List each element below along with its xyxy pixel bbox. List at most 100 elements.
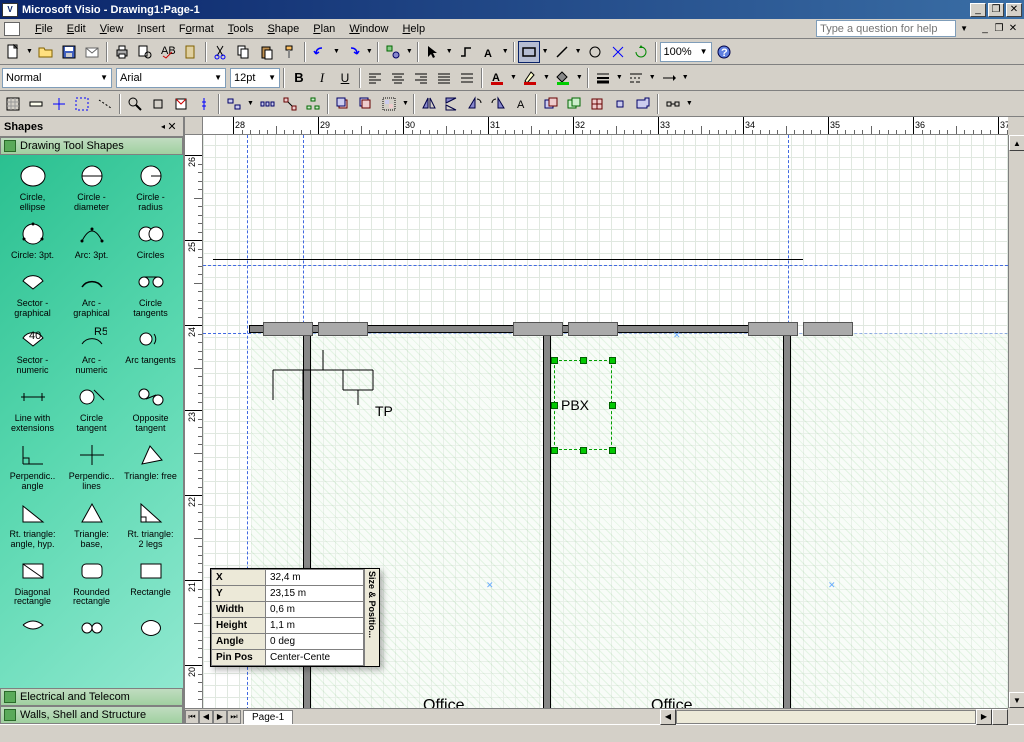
shape-more2[interactable] — [63, 611, 120, 647]
format-painter-button[interactable] — [279, 41, 301, 63]
bring-front-button[interactable] — [332, 93, 354, 115]
fragment-button[interactable] — [586, 93, 608, 115]
menu-format[interactable]: Format — [172, 21, 221, 37]
menu-tools[interactable]: Tools — [221, 21, 261, 37]
ruler-vertical[interactable]: 26252423222120 — [185, 135, 203, 708]
shape-opposite-tangent[interactable]: Opposite tangent — [122, 380, 179, 436]
stencil-body[interactable]: Circle, ellipse Circle - diameter Circle… — [0, 155, 183, 688]
help-dropdown[interactable]: ▼ — [958, 24, 970, 33]
scroll-up-button[interactable]: ▲ — [1009, 135, 1024, 151]
door-shape[interactable] — [263, 322, 313, 336]
redo-dropdown[interactable]: ▼ — [365, 41, 374, 63]
distribute-shapes-button[interactable] — [256, 93, 278, 115]
sp-pinpos-value[interactable]: Center-Cente — [266, 650, 364, 666]
menu-plan[interactable]: Plan — [306, 21, 342, 37]
size-position-title[interactable]: Size & Positio... — [364, 569, 379, 666]
underline-button[interactable]: U — [334, 67, 356, 89]
save-button[interactable] — [58, 41, 80, 63]
stencil-drawing-tools[interactable]: Drawing Tool Shapes — [0, 137, 183, 155]
line-color-button[interactable] — [519, 67, 541, 89]
group-button[interactable] — [378, 93, 400, 115]
wall-segment[interactable] — [543, 333, 551, 708]
selection-handle[interactable] — [609, 357, 616, 364]
shapes-close-button[interactable]: ✕ — [165, 120, 179, 133]
shape-rectangle[interactable]: Rectangle — [122, 554, 179, 610]
shape-more3[interactable] — [122, 611, 179, 647]
ruler-button[interactable] — [193, 93, 215, 115]
shape-circle-diameter[interactable]: Circle - diameter — [63, 159, 120, 215]
shape-arc-numeric[interactable]: R5Arc - numeric — [63, 322, 120, 378]
shape-circle-radius[interactable]: Circle - radius — [122, 159, 179, 215]
menu-insert[interactable]: Insert — [130, 21, 172, 37]
close-button[interactable]: ✕ — [1006, 3, 1022, 17]
shapes-window-button[interactable] — [382, 41, 404, 63]
align-left-button[interactable] — [364, 67, 386, 89]
shape-circle-tangent[interactable]: Circle tangent — [63, 380, 120, 436]
snap-guide-button[interactable] — [48, 93, 70, 115]
shape-circle-3pt[interactable]: Circle: 3pt. — [4, 217, 61, 263]
intersect-button[interactable] — [609, 93, 631, 115]
office-label-2[interactable]: Office — [651, 697, 693, 708]
justify-button[interactable] — [433, 67, 455, 89]
new-dropdown[interactable]: ▼ — [25, 41, 34, 63]
scroll-right-button[interactable]: ▶ — [976, 709, 992, 725]
layout-shapes-button[interactable] — [302, 93, 324, 115]
line-ends-button[interactable] — [658, 67, 680, 89]
bold-button[interactable]: B — [288, 67, 310, 89]
snap-dynamic-button[interactable] — [71, 93, 93, 115]
copy-button[interactable] — [233, 41, 255, 63]
rectangle-dropdown[interactable]: ▼ — [541, 41, 550, 63]
selection-handle[interactable] — [580, 357, 587, 364]
guide-horizontal[interactable] — [203, 265, 1008, 266]
fontsize-combo[interactable]: 12pt▼ — [230, 68, 280, 88]
door-shape[interactable] — [803, 322, 853, 336]
menu-shape[interactable]: Shape — [260, 21, 306, 37]
shape-triangle-base[interactable]: Triangle: base, — [63, 496, 120, 552]
selection-handle[interactable] — [551, 402, 558, 409]
stencil-walls-shell[interactable]: Walls, Shell and Structure — [0, 706, 183, 724]
rotate-text-button[interactable]: A — [510, 93, 532, 115]
menu-help[interactable]: Help — [395, 21, 432, 37]
sp-x-value[interactable]: 32,4 m — [266, 570, 364, 586]
line-weight-button[interactable] — [592, 67, 614, 89]
snap-grid-button[interactable] — [2, 93, 24, 115]
line-pattern-button[interactable] — [625, 67, 647, 89]
italic-button[interactable]: I — [311, 67, 333, 89]
scroll-left-button[interactable]: ◀ — [660, 709, 676, 725]
scroll-down-button[interactable]: ▼ — [1009, 692, 1024, 708]
shape-arc-3pt[interactable]: Arc: 3pt. — [63, 217, 120, 263]
ruler-horizontal[interactable]: 28293031323334353637 — [203, 117, 1008, 135]
shape-arc-graphical[interactable]: Arc - graphical — [63, 265, 120, 321]
cut-button[interactable] — [210, 41, 232, 63]
sp-y-value[interactable]: 23,15 m — [266, 586, 364, 602]
research-button[interactable] — [180, 41, 202, 63]
fill-color-button[interactable] — [552, 67, 574, 89]
undo-button[interactable] — [309, 41, 331, 63]
snap-extension-button[interactable] — [94, 93, 116, 115]
help-search-input[interactable] — [816, 20, 956, 37]
fill-color-dropdown[interactable]: ▼ — [575, 67, 584, 89]
shape-rt-triangle-hyp[interactable]: Rt. triangle: angle, hyp. — [4, 496, 61, 552]
selection-handle[interactable] — [551, 357, 558, 364]
office-label-1[interactable]: Office — [423, 697, 465, 708]
flip-h-button[interactable] — [418, 93, 440, 115]
zoom-button[interactable] — [124, 93, 146, 115]
style-combo[interactable]: Normal▼ — [2, 68, 112, 88]
align-center-button[interactable] — [387, 67, 409, 89]
tp-label[interactable]: TP — [375, 403, 393, 419]
page-tab-1[interactable]: Page-1 — [243, 710, 293, 724]
line-tool-button[interactable] — [551, 41, 573, 63]
room-area[interactable] — [791, 333, 1008, 708]
autoconnect-button[interactable] — [662, 93, 684, 115]
text-dropdown[interactable]: ▼ — [501, 41, 510, 63]
line-color-dropdown[interactable]: ▼ — [542, 67, 551, 89]
ruler-corner[interactable] — [185, 117, 203, 135]
tab-first-button[interactable]: ⏮ — [185, 710, 199, 724]
align-right-button[interactable] — [410, 67, 432, 89]
union-button[interactable] — [540, 93, 562, 115]
snap-ruler-button[interactable] — [25, 93, 47, 115]
font-color-button[interactable]: A — [486, 67, 508, 89]
maximize-button[interactable]: ❐ — [988, 3, 1004, 17]
line-dropdown[interactable]: ▼ — [574, 41, 583, 63]
selection-handle[interactable] — [580, 447, 587, 454]
